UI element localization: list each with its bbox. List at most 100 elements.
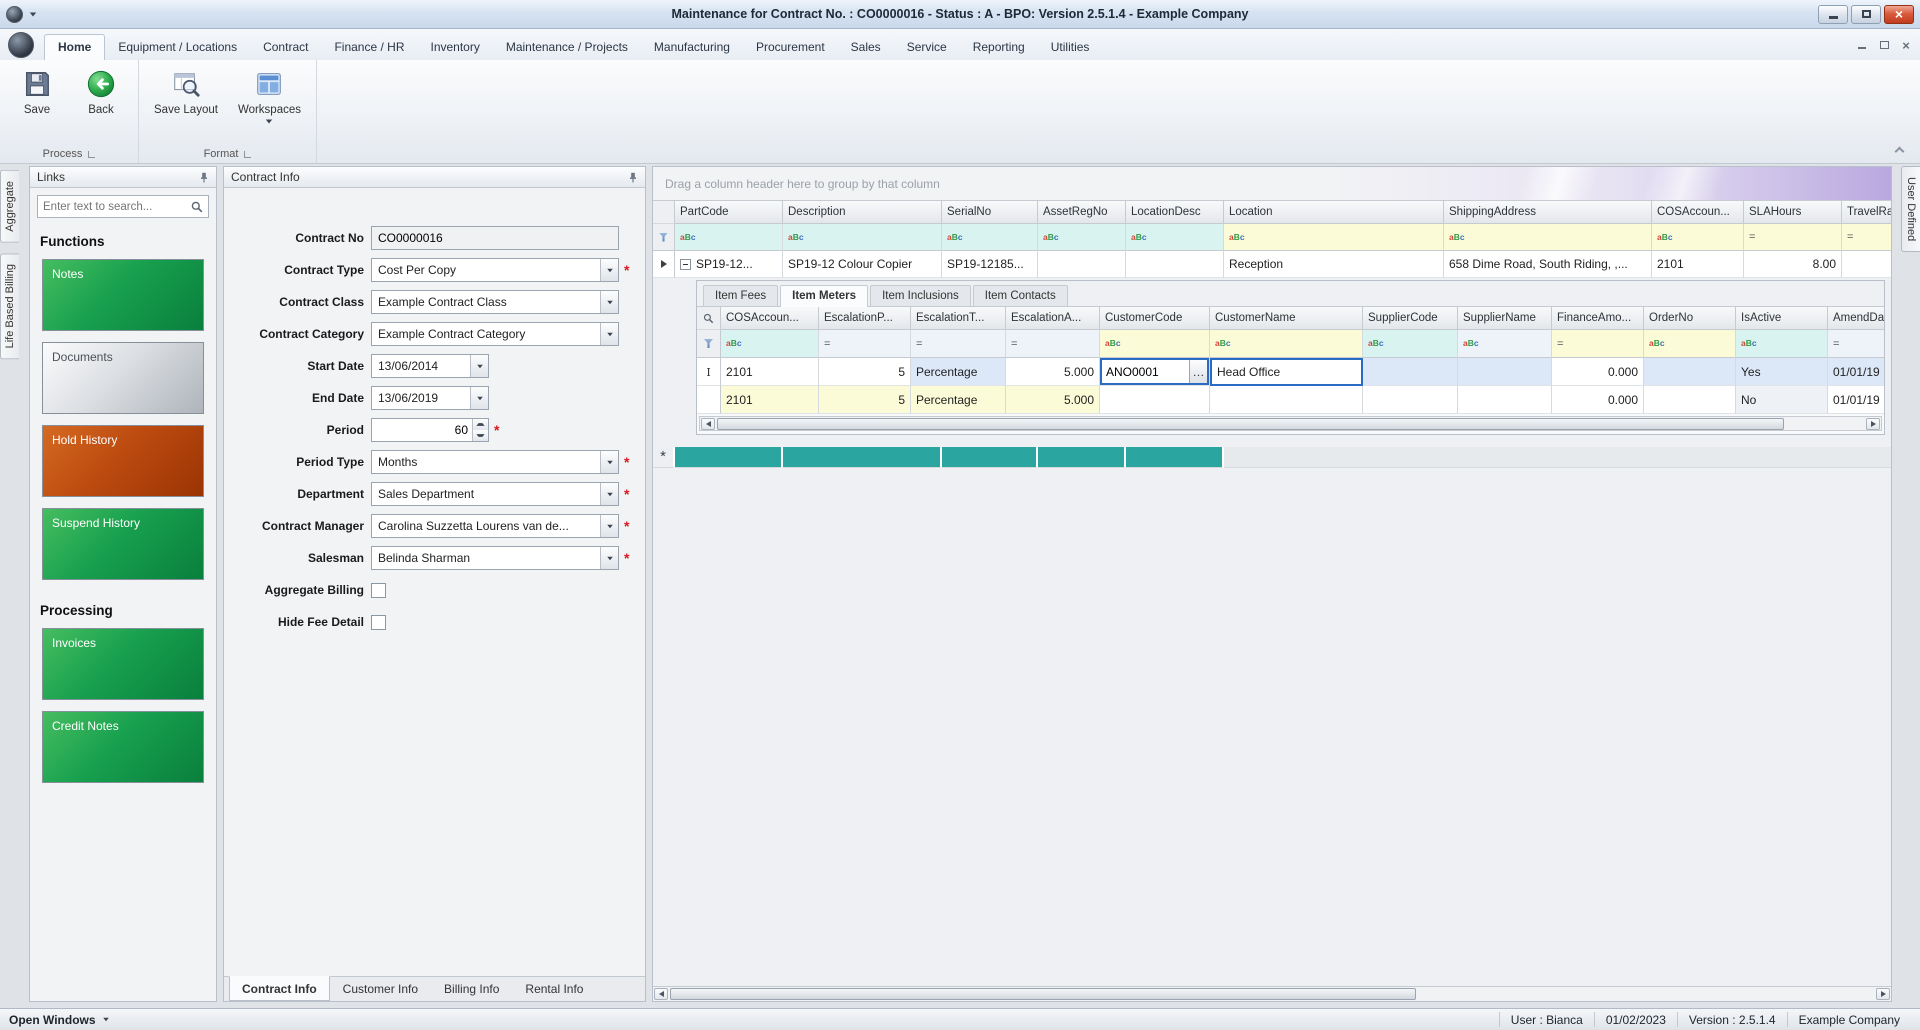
ribbon-collapse-button[interactable] — [1894, 145, 1906, 157]
workspaces-button[interactable]: Workspaces — [231, 64, 308, 127]
ribbon-tab-utilities[interactable]: Utilities — [1038, 35, 1103, 60]
application-menu-button[interactable] — [8, 32, 34, 58]
dialog-launcher-icon[interactable] — [244, 150, 252, 158]
column-header-cosaccount[interactable]: COSAccoun... — [721, 307, 819, 330]
minimize-button[interactable] — [1818, 4, 1848, 24]
filter-cell-partcode[interactable] — [675, 224, 783, 251]
contract-category-dropdown[interactable]: Example Contract Category — [371, 322, 619, 346]
column-header-financeamount[interactable]: FinanceAmo... — [1552, 307, 1644, 330]
save-layout-button[interactable]: Save Layout — [147, 64, 225, 119]
group-by-panel[interactable]: Drag a column header here to group by th… — [653, 167, 1891, 201]
invoices-button[interactable]: Invoices — [42, 628, 204, 700]
filter-cell-shippingaddress[interactable] — [1444, 224, 1652, 251]
department-dropdown[interactable]: Sales Department — [371, 482, 619, 506]
scroll-left-arrow[interactable] — [654, 988, 668, 1000]
column-header-description[interactable]: Description — [783, 201, 942, 224]
cell-cosaccount[interactable]: 2101 — [1652, 251, 1744, 278]
start-date-picker[interactable]: 13/06/2014 — [371, 354, 489, 378]
pin-icon[interactable] — [199, 172, 209, 183]
filter-cell-serialno[interactable] — [942, 224, 1038, 251]
column-header-escalationamount[interactable]: EscalationA... — [1006, 307, 1100, 330]
column-header-travelradius[interactable]: TravelRadiu... — [1842, 201, 1891, 224]
new-cell-description[interactable] — [783, 447, 942, 468]
filter-cell-cosaccount[interactable] — [721, 330, 819, 358]
column-header-orderno[interactable]: OrderNo — [1644, 307, 1736, 330]
cell-assetregno[interactable] — [1038, 251, 1126, 278]
ribbon-tab-maintenance-projects[interactable]: Maintenance / Projects — [493, 35, 641, 60]
tab-item-contacts[interactable]: Item Contacts — [972, 285, 1068, 306]
ribbon-tab-contract[interactable]: Contract — [250, 35, 321, 60]
filter-cell-location[interactable] — [1224, 224, 1444, 251]
column-header-customercode[interactable]: CustomerCode — [1100, 307, 1210, 330]
filter-cell-financeamount[interactable]: = — [1552, 330, 1644, 358]
links-search-input[interactable] — [43, 200, 191, 213]
cell-cosaccount[interactable]: 2101 — [721, 386, 819, 414]
scrollbar-track[interactable] — [670, 988, 1874, 1000]
scroll-right-arrow[interactable] — [1876, 988, 1890, 1000]
ribbon-tab-equipment-locations[interactable]: Equipment / Locations — [105, 35, 250, 60]
dropdown-arrow-icon[interactable] — [600, 259, 618, 281]
mdi-close-button[interactable] — [1898, 38, 1914, 52]
ribbon-tab-procurement[interactable]: Procurement — [743, 35, 838, 60]
new-cell-serialno[interactable] — [942, 447, 1038, 468]
ribbon-tab-finance-hr[interactable]: Finance / HR — [321, 35, 417, 60]
filter-cell-customername[interactable] — [1210, 330, 1363, 358]
column-header-locationdesc[interactable]: LocationDesc — [1126, 201, 1224, 224]
column-header-serialno[interactable]: SerialNo — [942, 201, 1038, 224]
maximize-button[interactable] — [1851, 4, 1881, 24]
cell-financeamount[interactable]: 0.000 — [1552, 358, 1644, 386]
scroll-left-arrow[interactable] — [701, 417, 715, 430]
cell-suppliercode[interactable] — [1363, 386, 1458, 414]
filter-cell-travelradius[interactable]: = — [1842, 224, 1891, 251]
cell-location[interactable]: Reception — [1224, 251, 1444, 278]
ribbon-tab-manufacturing[interactable]: Manufacturing — [641, 35, 743, 60]
dropdown-arrow-icon[interactable] — [600, 515, 618, 537]
filter-cell-slahours[interactable]: = — [1744, 224, 1842, 251]
column-header-cosaccount[interactable]: COSAccoun... — [1652, 201, 1744, 224]
tab-aggregate[interactable]: Aggregate — [0, 170, 19, 243]
dropdown-arrow-icon[interactable] — [600, 323, 618, 345]
column-header-suppliername[interactable]: SupplierName — [1458, 307, 1552, 330]
lookup-ellipsis-button[interactable]: … — [1189, 360, 1207, 383]
spin-up-button[interactable] — [473, 419, 488, 430]
cell-partcode[interactable]: SP19-12... — [675, 251, 783, 278]
credit-notes-button[interactable]: Credit Notes — [42, 711, 204, 783]
suspend-history-button[interactable]: Suspend History — [42, 508, 204, 580]
customercode-input[interactable] — [1102, 360, 1189, 383]
tab-rental-info[interactable]: Rental Info — [512, 977, 596, 1001]
cell-customercode-editing[interactable]: … — [1100, 358, 1210, 386]
cell-escalationperiod[interactable]: 5 — [819, 358, 911, 386]
pin-icon[interactable] — [628, 172, 638, 183]
search-icon[interactable] — [191, 201, 203, 213]
detail-grid-corner[interactable] — [697, 307, 721, 330]
filter-cell-customercode[interactable] — [1100, 330, 1210, 358]
tab-item-meters[interactable]: Item Meters — [780, 285, 869, 307]
open-windows-button[interactable]: Open Windows — [9, 1013, 110, 1027]
cell-amenddate[interactable]: 01/01/19 — [1828, 386, 1884, 414]
filter-cell-suppliername[interactable] — [1458, 330, 1552, 358]
dropdown-arrow-icon[interactable] — [600, 291, 618, 313]
tab-contract-info[interactable]: Contract Info — [229, 976, 330, 1001]
cell-description[interactable]: SP19-12 Colour Copier — [783, 251, 942, 278]
grid-horizontal-scrollbar[interactable] — [653, 986, 1891, 1001]
filter-cell-suppliercode[interactable] — [1363, 330, 1458, 358]
dialog-launcher-icon[interactable] — [88, 150, 96, 158]
filter-cell-escalationamount[interactable]: = — [1006, 330, 1100, 358]
scrollbar-thumb[interactable] — [717, 417, 1784, 430]
dropdown-arrow-icon[interactable] — [600, 547, 618, 569]
column-header-escalationperiod[interactable]: EscalationP... — [819, 307, 911, 330]
cell-suppliername[interactable] — [1458, 358, 1552, 386]
cell-isactive[interactable]: Yes — [1736, 358, 1828, 386]
ribbon-tab-service[interactable]: Service — [894, 35, 960, 60]
column-header-slahours[interactable]: SLAHours — [1744, 201, 1842, 224]
period-type-dropdown[interactable]: Months — [371, 450, 619, 474]
tab-billing-info[interactable]: Billing Info — [431, 977, 512, 1001]
notes-button[interactable]: Notes — [42, 259, 204, 331]
tab-life-based-billing[interactable]: Life Based Billing — [0, 252, 19, 360]
cell-shippingaddress[interactable]: 658 Dime Road, South Riding, ,... — [1444, 251, 1652, 278]
cell-customername[interactable]: Head Office — [1210, 358, 1363, 386]
cell-isactive[interactable]: No — [1736, 386, 1828, 414]
aggregate-billing-checkbox[interactable] — [371, 582, 386, 598]
filter-cell-cosaccount[interactable] — [1652, 224, 1744, 251]
tab-user-defined[interactable]: User Defined — [1901, 166, 1920, 253]
